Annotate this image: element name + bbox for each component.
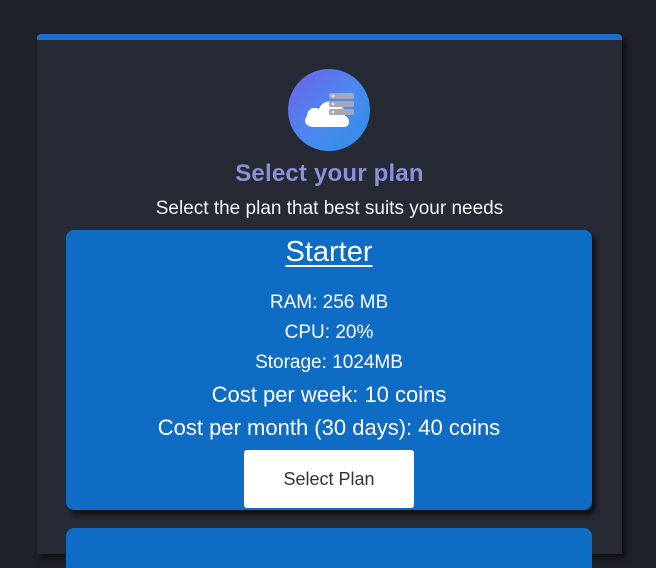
- plan-cost-month: Cost per month (30 days): 40 coins: [157, 415, 501, 440]
- plan-selection-panel: Select your plan Select the plan that be…: [37, 34, 622, 568]
- plan-card-starter: Starter RAM: 256 MB CPU: 20% Storage: 10…: [66, 230, 592, 510]
- plan-ram: RAM: 256 MB: [269, 292, 389, 313]
- plan-storage: Storage: 1024MB: [255, 352, 403, 373]
- logo: [288, 69, 370, 151]
- cloud-server-icon: [305, 93, 354, 127]
- plan-cpu: CPU: 20%: [284, 322, 374, 343]
- plan-card-next: [66, 528, 592, 568]
- page-subtitle: Select the plan that best suits your nee…: [155, 198, 504, 219]
- plan-name: Starter: [285, 236, 373, 268]
- page-title: Select your plan: [235, 160, 424, 187]
- plan-cost-week: Cost per week: 10 coins: [211, 382, 447, 407]
- select-plan-button[interactable]: Select Plan: [244, 450, 414, 508]
